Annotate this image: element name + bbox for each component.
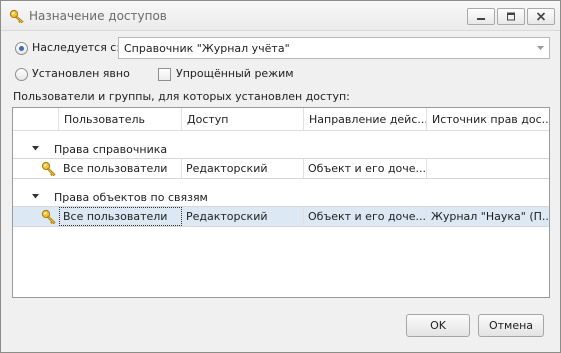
cell-source[interactable] <box>427 159 549 178</box>
minimize-button[interactable] <box>467 8 495 25</box>
column-header-indicator <box>13 108 59 131</box>
cell-direction[interactable]: Объект и его доче... <box>304 207 427 226</box>
cell-access[interactable]: Редакторский <box>182 159 304 178</box>
key-icon <box>41 161 56 177</box>
close-button[interactable] <box>527 8 555 25</box>
explicit-label: Установлен явно <box>32 67 130 80</box>
title-bar[interactable]: Назначение доступов <box>1 1 560 31</box>
grid-header: Пользователь Доступ Направление дейс... … <box>13 108 549 131</box>
cell-access[interactable]: Редакторский <box>182 207 304 226</box>
inherit-radio[interactable] <box>15 42 28 55</box>
caret-down-icon[interactable] <box>32 194 39 199</box>
table-row[interactable]: Все пользователи Редакторский Объект и е… <box>13 158 549 179</box>
table-row-selected[interactable]: Все пользователи Редакторский Объект и е… <box>13 206 549 227</box>
cell-user[interactable]: Все пользователи <box>59 207 182 226</box>
column-header-source[interactable]: Источник прав дос... <box>427 108 549 131</box>
column-header-access[interactable]: Доступ <box>182 108 304 131</box>
ok-button[interactable]: OK <box>406 314 470 337</box>
explicit-radio[interactable] <box>15 68 28 81</box>
close-icon <box>536 12 546 21</box>
group-label: Права объектов по связям <box>54 191 208 204</box>
key-icon <box>41 209 56 225</box>
inherit-source-select[interactable]: Справочник "Журнал учёта" <box>118 37 550 59</box>
simplified-mode-checkbox[interactable] <box>158 68 171 81</box>
access-grid[interactable]: Пользователь Доступ Направление дейс... … <box>12 107 550 298</box>
window-title: Назначение доступов <box>29 9 167 23</box>
chevron-down-icon <box>537 46 544 50</box>
minimize-icon <box>477 18 485 20</box>
dialog-window: Назначение доступов Наследуется с: Справ… <box>0 0 561 353</box>
column-header-direction[interactable]: Направление дейс... <box>304 108 427 131</box>
cancel-button[interactable]: Отмена <box>478 314 544 337</box>
simplified-mode-label: Упрощённый режим <box>176 67 294 80</box>
inherit-label: Наследуется с: <box>32 41 121 54</box>
maximize-button[interactable] <box>497 8 525 25</box>
inherit-source-value: Справочник "Журнал учёта" <box>124 42 290 55</box>
cell-source[interactable]: Журнал "Наука" (П... <box>427 207 549 226</box>
caret-down-icon[interactable] <box>32 146 39 151</box>
cell-user[interactable]: Все пользователи <box>59 159 182 178</box>
maximize-icon <box>507 12 515 21</box>
key-icon <box>9 9 24 23</box>
grid-caption: Пользователи и группы, для которых устан… <box>13 90 350 103</box>
cell-direction[interactable]: Объект и его доче... <box>304 159 427 178</box>
column-header-user[interactable]: Пользователь <box>59 108 182 131</box>
group-label: Права справочника <box>54 143 168 156</box>
